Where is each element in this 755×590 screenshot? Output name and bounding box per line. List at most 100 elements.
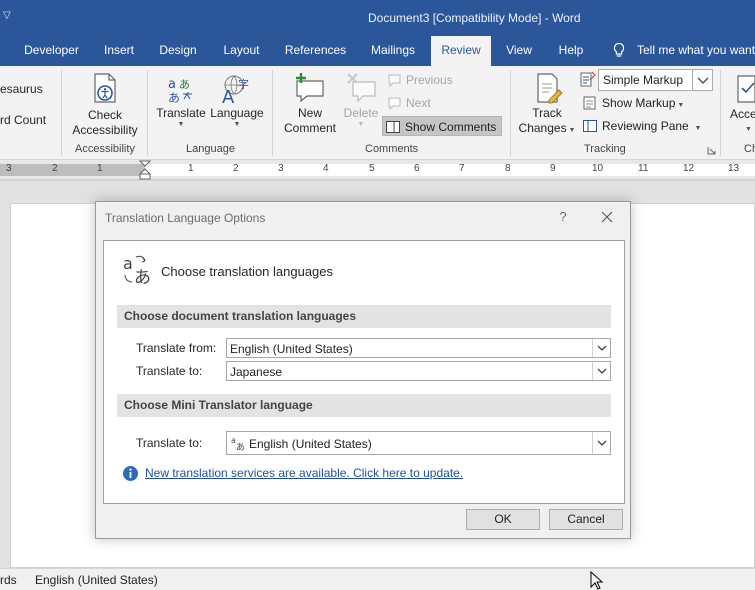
translation-language-options-dialog: Translation Language Options ? a あ Choos… [95, 201, 631, 539]
ruler-number: 3 [278, 163, 284, 174]
tab-help[interactable]: Help [549, 36, 593, 66]
status-bar: rds English (United States) [0, 568, 755, 590]
display-for-review-icon [580, 71, 596, 87]
markup-dropdown-chevron-icon[interactable] [692, 70, 712, 90]
mini-translate-to-value: English (United States) [249, 437, 372, 451]
ruler-number: 9 [550, 163, 556, 174]
svg-text:a: a [123, 254, 133, 273]
previous-comment-icon [388, 74, 401, 88]
new-comment-icon [296, 73, 324, 103]
tab-view[interactable]: View [499, 36, 539, 66]
accessibility-right-label[interactable]: Acce [730, 107, 755, 121]
group-separator [147, 70, 148, 156]
translate-icon: a あ [123, 254, 151, 287]
show-comments-button[interactable]: Show Comments [382, 116, 502, 136]
cancel-button[interactable]: Cancel [549, 509, 623, 530]
ruler-number: 6 [414, 163, 420, 174]
check-accessibility-button[interactable]: Check Accessibility [68, 72, 142, 138]
ruler-number: 2 [233, 163, 239, 174]
word-count-status[interactable]: rds [0, 573, 17, 587]
tab-review[interactable]: Review [431, 36, 491, 66]
ribbon-tabs: Developer Insert Design Layout Reference… [0, 36, 755, 66]
tab-references[interactable]: References [278, 36, 353, 66]
title-bar: ▽ Document3 [Compatibility Mode] - Word [0, 0, 755, 36]
chevron-down-icon[interactable] [592, 362, 610, 380]
language-button[interactable]: A 字 Language ▼ [209, 74, 265, 129]
tab-developer[interactable]: Developer [15, 36, 88, 66]
ruler-number: 12 [683, 163, 695, 174]
ruler-number: 3 [6, 163, 12, 174]
show-markup-button[interactable]: Show Markup ▼ [580, 93, 684, 113]
delete-comment-button[interactable]: Delete ▼ [342, 72, 380, 129]
translate-from-dropdown[interactable]: English (United States) [226, 338, 611, 358]
tell-me-text: Tell me what you want to do [637, 43, 755, 57]
group-label-tracking: Tracking [584, 143, 626, 155]
tab-design[interactable]: Design [152, 36, 204, 66]
mini-translate-to-label: Translate to: [136, 436, 203, 450]
language-status[interactable]: English (United States) [35, 573, 158, 587]
group-label-accessibility: Accessibility [75, 143, 135, 155]
group-label-right: Ch [744, 143, 755, 155]
track-changes-button[interactable]: Track Changes ▼ [517, 72, 577, 138]
markup-display-dropdown[interactable]: Simple Markup [598, 69, 713, 91]
check-accessibility-label-2: Accessibility [72, 123, 138, 137]
translate-icon: a あ あ [168, 77, 192, 104]
delete-comment-icon [347, 73, 376, 103]
mini-translate-to-dropdown[interactable]: a あ English (United States) [226, 431, 611, 455]
reviewing-pane-button[interactable]: Reviewing Pane ▼ [580, 116, 701, 136]
tracking-options-launcher-icon[interactable] [707, 146, 716, 155]
thesaurus-button[interactable]: esaurus [0, 82, 43, 96]
show-comments-label: Show Comments [405, 120, 497, 134]
translate-dropdown-icon: ▼ [177, 121, 185, 128]
ruler-number: 2 [52, 163, 58, 174]
translate-to-dropdown[interactable]: Japanese [226, 361, 611, 381]
ruler-margin-area [0, 164, 145, 176]
reviewing-pane-icon [583, 120, 597, 132]
word-count-button[interactable]: rd Count [0, 113, 46, 127]
ruler-number: 1 [97, 163, 103, 174]
ruler-number: 13 [728, 163, 740, 174]
help-button[interactable]: ? [556, 209, 570, 225]
group-label-language: Language [186, 143, 235, 155]
reviewing-pane-label: Reviewing Pane [602, 119, 689, 133]
next-comment-icon [388, 97, 401, 111]
ruler-number: 10 [592, 163, 604, 174]
track-changes-label-2: Changes [518, 121, 567, 135]
new-comment-label-2: Comment [283, 121, 336, 135]
tab-layout[interactable]: Layout [213, 36, 270, 66]
ruler-number: 11 [638, 163, 649, 174]
ok-button[interactable]: OK [466, 509, 540, 530]
group-separator [720, 70, 721, 156]
new-comment-button[interactable]: New Comment [281, 72, 339, 136]
lightbulb-icon [613, 42, 625, 57]
chevron-down-icon[interactable] [592, 339, 610, 357]
ruler-number: 8 [505, 163, 511, 174]
close-button[interactable] [598, 208, 616, 226]
update-services-link[interactable]: New translation services are available. … [145, 466, 463, 480]
tell-me-box[interactable]: Tell me what you want to do [611, 36, 755, 66]
language-dropdown-icon: ▼ [233, 121, 241, 128]
show-markup-icon [583, 96, 596, 110]
translate-label: Translate [156, 106, 206, 120]
next-comment-button[interactable]: Next [384, 93, 431, 113]
ruler-number: 1 [188, 163, 194, 174]
show-comments-icon [386, 121, 400, 133]
tab-insert[interactable]: Insert [94, 36, 144, 66]
new-comment-label-1: New [297, 106, 322, 120]
svg-text:あ: あ [179, 78, 190, 91]
check-accessibility-right-icon[interactable] [736, 74, 755, 104]
indent-marker-icon[interactable] [139, 160, 151, 180]
tab-mailings[interactable]: Mailings [361, 36, 425, 66]
delete-comment-label: Delete [343, 106, 379, 120]
translate-button[interactable]: a あ あ Translate ▼ [155, 74, 207, 129]
ribbon: esaurus rd Count Check Accessibility Acc… [0, 66, 755, 160]
horizontal-ruler[interactable]: 3 2 1 1 2 3 4 5 6 7 8 9 10 11 12 13 [0, 160, 755, 180]
show-markup-label: Show Markup [602, 96, 676, 110]
translate-to-label: Translate to: [136, 364, 203, 378]
dialog-heading: Choose translation languages [161, 264, 334, 279]
check-accessibility-label-1: Check [87, 108, 122, 122]
section-document-languages: Choose document translation languages [117, 305, 611, 328]
chevron-down-icon[interactable] [592, 432, 610, 454]
quick-access-dropdown-icon[interactable]: ▽ [3, 10, 11, 21]
previous-comment-button[interactable]: Previous [384, 70, 453, 90]
